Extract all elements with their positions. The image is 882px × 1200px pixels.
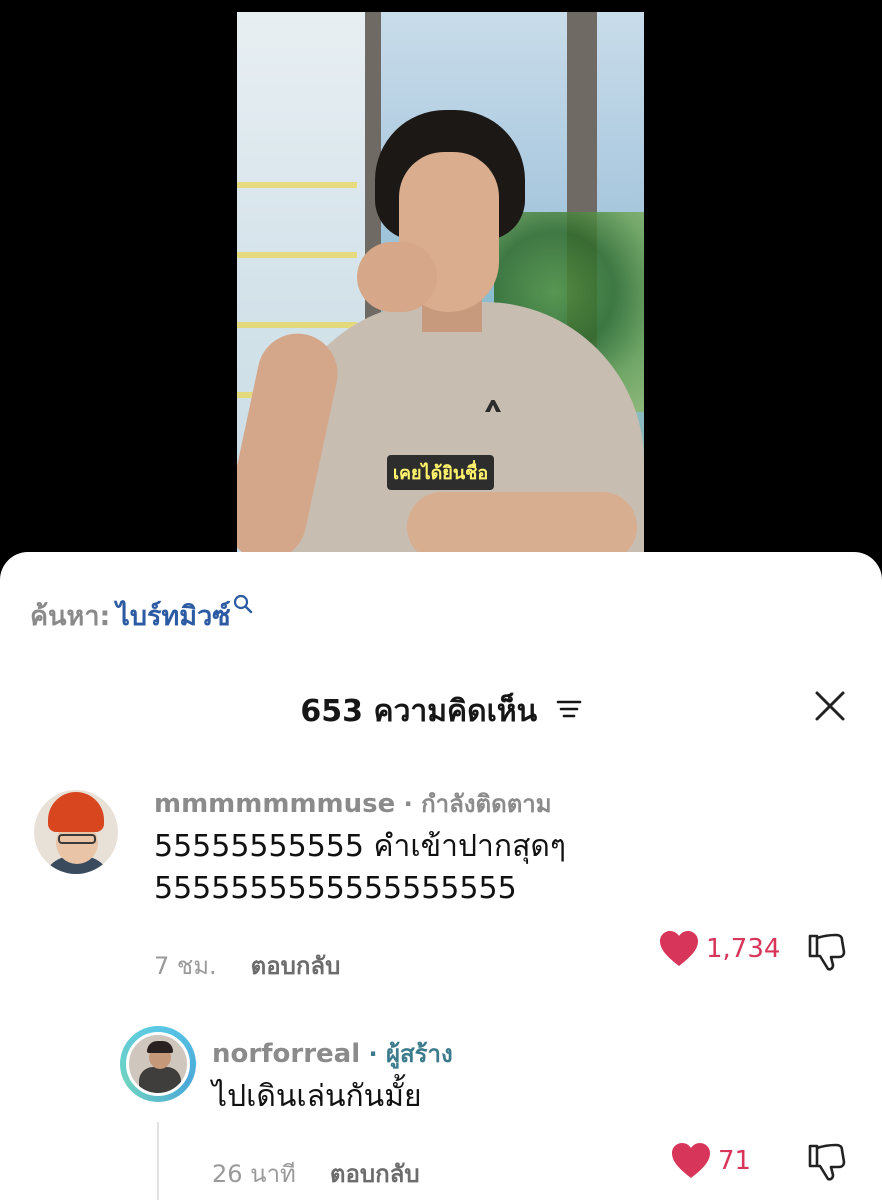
comment-count: 653 [300, 694, 364, 729]
comment-meta: 7 ชม. ตอบกลับ [154, 946, 340, 985]
like-button[interactable]: 71 [670, 1142, 751, 1180]
avatar-glasses [58, 834, 96, 844]
video-background-shelf [237, 252, 357, 258]
username-text[interactable]: norforreal [212, 1039, 360, 1069]
video-subtitle: เคยได้ยินชื่อ [237, 455, 644, 490]
avatar[interactable] [34, 790, 118, 874]
comment-text-line: 55555555555 คำเข้าปากสุดๆ [154, 829, 566, 864]
comments-sheet: ค้นหา: ไบร์ทมิวซ์ 653 ความคิดเห็น mmmmmmm… [0, 552, 882, 1200]
avatar-hair [147, 1041, 173, 1053]
search-query[interactable]: ไบร์ทมิวซ์ [116, 601, 230, 632]
search-prefix: ค้นหา: [30, 601, 111, 632]
video-frame[interactable]: เคยได้ยินชื่อ [237, 12, 644, 560]
thread-line [157, 1122, 159, 1200]
dislike-icon[interactable] [806, 1142, 848, 1186]
sort-icon[interactable] [556, 693, 582, 728]
comment-time: 7 ชม. [154, 952, 217, 980]
search-icon[interactable] [233, 592, 253, 623]
subtitle-text: เคยได้ยินชื่อ [386, 455, 495, 490]
heart-icon [672, 1143, 710, 1178]
avatar-body [139, 1067, 181, 1093]
video-person-fist [357, 242, 437, 312]
like-count: 1,734 [706, 934, 781, 964]
username-text[interactable]: mmmmmmmuse [154, 789, 395, 819]
comment-username[interactable]: mmmmmmmuse · กำลังติดตาม [154, 784, 552, 823]
creator-tag: · ผู้สร้าง [360, 1040, 453, 1068]
comment-username[interactable]: norforreal · ผู้สร้าง [212, 1034, 453, 1073]
dislike-icon[interactable] [806, 932, 848, 976]
comment-meta: 26 นาที ตอบกลับ [212, 1154, 420, 1193]
avatar[interactable] [126, 1032, 190, 1096]
following-tag: · กำลังติดตาม [395, 790, 552, 818]
comment-text-line: ไปเดินเล่นกันมั้ย [212, 1079, 422, 1114]
video-player[interactable]: เคยได้ยินชื่อ [0, 0, 882, 560]
video-background-shelf [237, 322, 357, 328]
close-icon[interactable] [810, 686, 850, 726]
comments-header: 653 ความคิดเห็น [0, 688, 882, 735]
reply-button[interactable]: ตอบกลับ [330, 1160, 420, 1188]
video-background-shelf [237, 182, 357, 188]
heart-icon [660, 931, 698, 966]
comments-label: ความคิดเห็น [373, 694, 538, 729]
video-person-forearm [407, 492, 637, 560]
comment-text: 55555555555 คำเข้าปากสุดๆ 55555555555555… [154, 826, 566, 910]
avatar-hat [48, 792, 104, 832]
comment-time: 26 นาที [212, 1160, 296, 1188]
comment-text: ไปเดินเล่นกันมั้ย [212, 1076, 422, 1118]
search-suggestion[interactable]: ค้นหา: ไบร์ทมิวซ์ [30, 594, 253, 637]
like-button[interactable]: 1,734 [658, 930, 780, 968]
reply-button[interactable]: ตอบกลับ [251, 952, 341, 980]
like-count: 71 [718, 1146, 752, 1176]
comment-text-line: 5555555555555555555 [154, 871, 517, 906]
